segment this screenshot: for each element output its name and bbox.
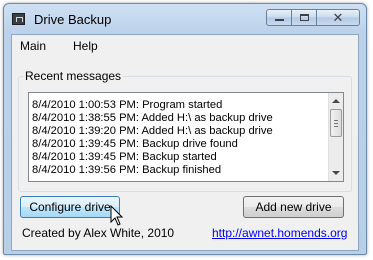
grip-line	[334, 126, 338, 127]
list-item[interactable]: 8/4/2010 1:00:53 PM: Program started	[32, 99, 273, 112]
list-item[interactable]: 8/4/2010 1:39:45 PM: Backup drive found	[32, 138, 273, 151]
add-new-drive-button[interactable]: Add new drive	[243, 196, 344, 218]
close-button[interactable]: ✕	[317, 9, 360, 26]
scroll-down-icon[interactable]	[332, 171, 340, 175]
list-item[interactable]: 8/4/2010 1:39:45 PM: Backup started	[32, 151, 273, 164]
recent-messages-label: Recent messages	[23, 69, 124, 83]
messages-list: 8/4/2010 1:00:53 PM: Program started 8/4…	[32, 99, 273, 177]
website-link[interactable]: http://awnet.homends.org	[212, 226, 347, 240]
scroll-thumb[interactable]	[330, 109, 342, 137]
window-title: Drive Backup	[34, 12, 112, 27]
title-bar[interactable]: Drive Backup ✕	[4, 4, 366, 34]
menu-main[interactable]: Main	[20, 39, 46, 53]
mouse-cursor-icon	[110, 205, 124, 226]
vertical-scrollbar[interactable]	[328, 93, 343, 181]
configure-drive-button[interactable]: Configure drive	[20, 196, 120, 218]
scroll-up-icon[interactable]	[332, 99, 340, 103]
maximize-button[interactable]	[292, 9, 317, 26]
menu-bar: Main Help	[12, 35, 358, 57]
client-area: Main Help Recent messages 8/4/2010 1:00:…	[11, 34, 359, 251]
minimize-button[interactable]	[266, 9, 292, 26]
app-icon	[12, 13, 25, 25]
close-icon: ✕	[332, 10, 344, 25]
caption-buttons: ✕	[266, 9, 360, 28]
credit-text: Created by Alex White, 2010	[22, 226, 175, 240]
menu-help[interactable]: Help	[73, 39, 98, 53]
messages-listbox[interactable]: 8/4/2010 1:00:53 PM: Program started 8/4…	[28, 92, 344, 182]
minimize-icon	[274, 19, 284, 21]
list-item[interactable]: 8/4/2010 1:39:20 PM: Added H:\ as backup…	[32, 125, 273, 138]
list-item[interactable]: 8/4/2010 1:39:56 PM: Backup finished	[32, 164, 273, 177]
grip-line	[334, 123, 338, 124]
maximize-icon	[299, 14, 309, 21]
list-item[interactable]: 8/4/2010 1:38:55 PM: Added H:\ as backup…	[32, 112, 273, 125]
app-window: Drive Backup ✕ Main Help Recent messages…	[3, 3, 367, 255]
grip-line	[334, 120, 338, 121]
